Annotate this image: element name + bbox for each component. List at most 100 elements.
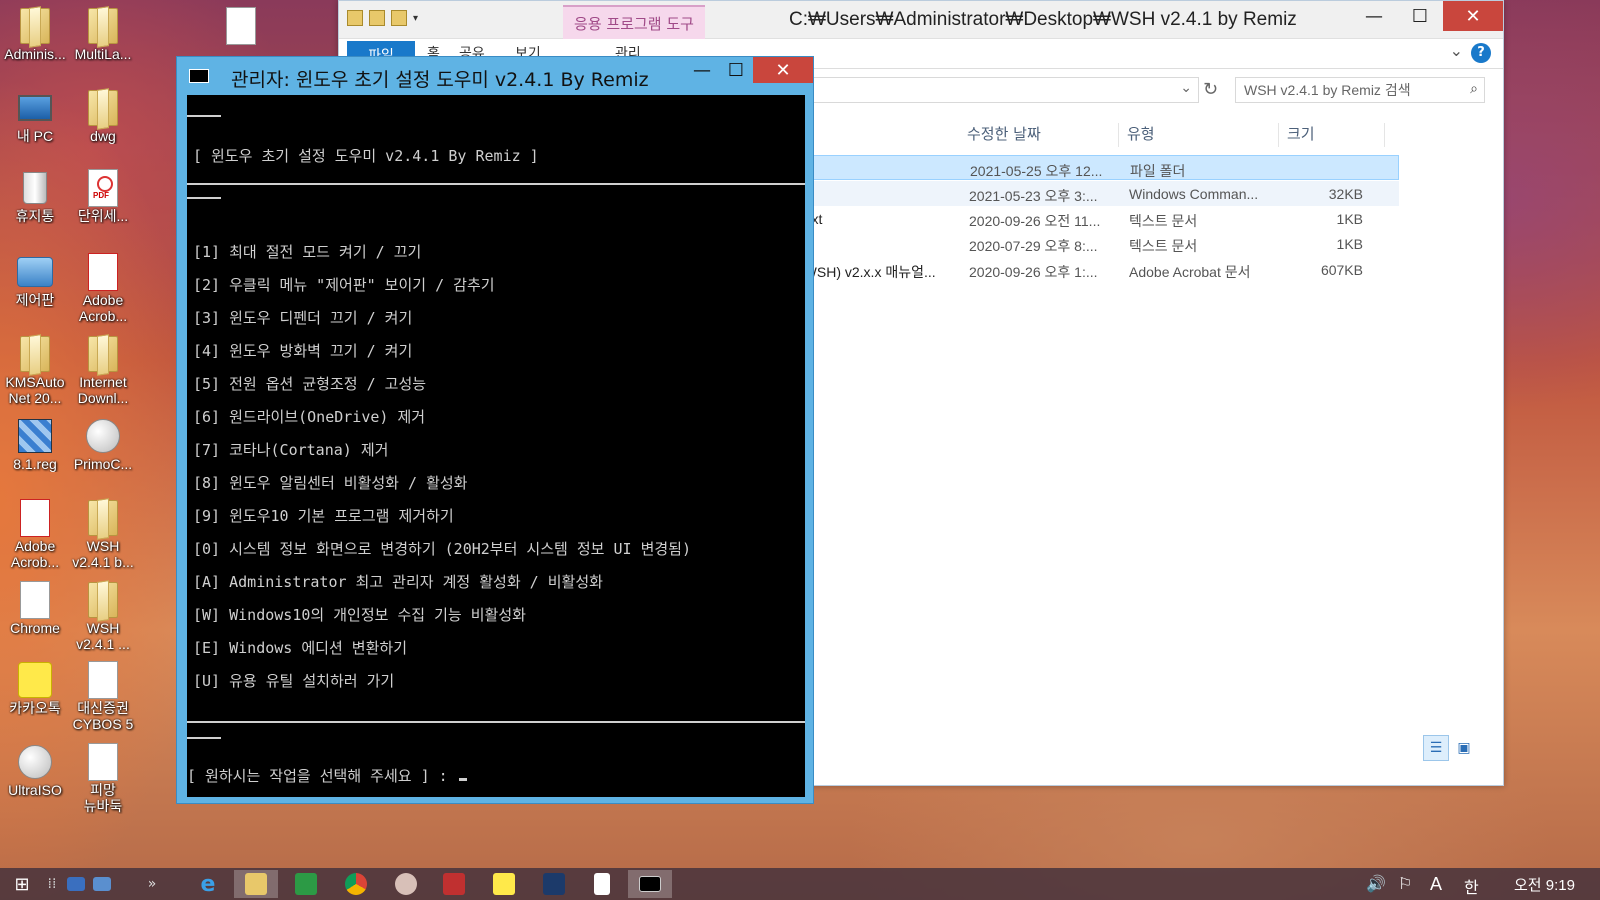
- search-input[interactable]: [1236, 78, 1446, 102]
- column-size[interactable]: 크기: [1279, 123, 1385, 147]
- kakaotalk-icon: [493, 873, 515, 895]
- taskbar-monitor[interactable]: [80, 870, 124, 898]
- file-size: 607KB: [1320, 262, 1363, 278]
- app-icon: [88, 661, 118, 699]
- maximize-button[interactable]: ☐: [719, 57, 753, 83]
- desktop-icon-primo[interactable]: PrimoC...: [68, 416, 138, 472]
- file-row[interactable]: 2021-05-25 오후 12... 파일 폴더: [799, 155, 1399, 180]
- taskbar-console[interactable]: [628, 870, 672, 898]
- desktop-icon-recycle-bin[interactable]: 휴지통: [0, 168, 70, 224]
- desktop-icon-baduk[interactable]: 피망 뉴바둑: [68, 742, 138, 814]
- chevron-down-icon[interactable]: ⌄: [1450, 41, 1463, 60]
- desktop-icon-acrobat-2[interactable]: Adobe Acrob...: [0, 498, 70, 570]
- console-icon: [189, 69, 209, 83]
- menu-option-3: [3] 윈도우 디펜더 끄기 / 켜기: [193, 309, 413, 327]
- details-view-icon[interactable]: ☰: [1423, 735, 1449, 761]
- new-folder-icon[interactable]: [391, 10, 407, 26]
- column-type[interactable]: 유형: [1119, 123, 1279, 147]
- menu-option-2: [2] 우클릭 메뉴 "제어판" 보이기 / 감추기: [193, 276, 495, 294]
- menu-option-a: [A] Administrator 최고 관리자 계정 활성화 / 비활성화: [193, 573, 603, 591]
- close-button[interactable]: ✕: [1443, 1, 1503, 31]
- kakaotalk-icon: [18, 662, 52, 698]
- desktop-icon-kakaotalk[interactable]: 카카오톡: [0, 660, 70, 716]
- desktop-icon-control-panel[interactable]: 제어판: [0, 252, 70, 308]
- file-date: 2020-09-26 오전 11...: [969, 213, 1101, 229]
- file-type: 파일 폴더: [1130, 163, 1186, 179]
- file-row[interactable]: -.txt 2020-09-26 오전 11... 텍스트 문서 1KB: [799, 206, 1399, 231]
- file-row[interactable]: (WSH) v2.x.x 매뉴얼... 2020-09-26 오후 1:... …: [799, 257, 1399, 282]
- app-icon: [86, 419, 120, 453]
- desktop-icon-wsh-2[interactable]: WSH v2.4.1 ...: [68, 580, 138, 652]
- dropdown-icon[interactable]: ▾: [413, 13, 418, 24]
- network-icon[interactable]: ⚐: [1398, 874, 1412, 894]
- desktop-icon-internet-download[interactable]: Internet Downl...: [68, 334, 138, 406]
- explorer-titlebar[interactable]: ▾ 응용 프로그램 도구 C:₩Users₩Administrator₩Desk…: [339, 1, 1503, 39]
- app-icon: [226, 7, 256, 45]
- desktop-icon-reg[interactable]: 8.1.reg: [0, 416, 70, 472]
- refresh-icon[interactable]: ↻: [1203, 79, 1218, 100]
- search-box[interactable]: ⌕: [1235, 77, 1485, 103]
- ie-icon: e: [200, 871, 216, 897]
- desktop-icon-wsh-1[interactable]: WSH v2.4.1 b...: [68, 498, 138, 570]
- quick-access-toolbar: ▾: [347, 10, 418, 26]
- properties-icon[interactable]: [369, 10, 385, 26]
- taskbar-app-3[interactable]: [532, 870, 576, 898]
- file-row[interactable]: 2020-07-29 오후 8:... 텍스트 문서 1KB: [799, 231, 1399, 256]
- large-icons-view-icon[interactable]: ▣: [1451, 735, 1477, 761]
- taskbar-store[interactable]: [284, 870, 328, 898]
- desktop-icon-pdf[interactable]: 단위세...: [68, 168, 138, 224]
- folder-icon: [88, 90, 118, 126]
- acrobat-icon: [20, 499, 50, 537]
- file-row[interactable]: 2021-05-23 오후 3:... Windows Comman... 32…: [799, 181, 1399, 206]
- desktop-icon-multilanguage[interactable]: MultiLa...: [68, 6, 138, 62]
- minimize-button[interactable]: —: [1351, 1, 1397, 31]
- desktop-icon-my-pc[interactable]: 내 PC: [0, 88, 70, 144]
- taskbar-overflow[interactable]: »: [130, 870, 174, 898]
- maximize-button[interactable]: ☐: [1397, 1, 1443, 31]
- folder-icon: [20, 336, 50, 372]
- address-bar[interactable]: ⌄: [799, 77, 1199, 103]
- file-date: 2020-09-26 오후 1:...: [969, 264, 1098, 280]
- desktop-icon-cybos[interactable]: 대신증권 CYBOS 5: [68, 660, 138, 732]
- close-button[interactable]: ✕: [753, 57, 813, 83]
- desktop-icon-partial[interactable]: [206, 6, 276, 46]
- control-panel-icon: [17, 257, 53, 287]
- desktop-icon-acrobat[interactable]: Adobe Acrob...: [68, 252, 138, 324]
- acrobat-icon: [88, 253, 118, 291]
- column-date-modified[interactable]: 수정한 날짜: [959, 123, 1119, 147]
- taskbar-app-2[interactable]: [432, 870, 476, 898]
- file-name: (WSH) v2.x.x 매뉴얼...: [799, 264, 936, 280]
- menu-option-u: [U] 유용 유틸 설치하러 가기: [193, 672, 395, 690]
- minimize-button[interactable]: —: [685, 57, 719, 83]
- ime-language-indicator[interactable]: 한: [1464, 874, 1479, 898]
- menu-option-7: [7] 코타나(Cortana) 제거: [193, 441, 389, 459]
- chrome-icon: [345, 873, 367, 895]
- taskbar-file-explorer[interactable]: [234, 870, 278, 898]
- taskbar-chrome[interactable]: [334, 870, 378, 898]
- menu-option-0: [0] 시스템 정보 화면으로 변경하기 (20H2부터 시스템 정보 UI 변…: [193, 540, 692, 558]
- ime-mode-indicator[interactable]: A: [1430, 874, 1442, 895]
- help-icon[interactable]: ?: [1471, 43, 1491, 63]
- taskbar-app-1[interactable]: [384, 870, 428, 898]
- desktop-icon-kmsauto[interactable]: KMSAuto Net 20...: [0, 334, 70, 406]
- desktop-icon-dwg[interactable]: dwg: [68, 88, 138, 144]
- console-titlebar[interactable]: 관리자: 윈도우 초기 설정 도우미 v2.4.1 By Remiz — ☐ ✕: [177, 57, 813, 93]
- desktop-icon-administrator[interactable]: Adminis...: [0, 6, 70, 62]
- taskbar-kakaotalk[interactable]: [482, 870, 526, 898]
- file-type: 텍스트 문서: [1129, 213, 1198, 229]
- console-output[interactable]: [ 윈도우 초기 설정 도우미 v2.4.1 By Remiz ] [1] 최대…: [187, 95, 805, 797]
- menu-option-9: [9] 윈도우10 기본 프로그램 제거하기: [193, 507, 454, 525]
- taskbar-notepad[interactable]: [580, 870, 624, 898]
- notepad-icon: [594, 873, 610, 895]
- taskbar-ie[interactable]: e: [186, 870, 230, 898]
- desktop-icon-chrome[interactable]: Chrome: [0, 580, 70, 636]
- desktop-icon-ultraiso[interactable]: UltraISO: [0, 742, 70, 798]
- chevron-down-icon[interactable]: ⌄: [1180, 80, 1192, 96]
- search-icon[interactable]: ⌕: [1470, 81, 1478, 97]
- menu-option-w: [W] Windows10의 개인정보 수집 기능 비활성화: [193, 606, 526, 624]
- app-tools-tab: 응용 프로그램 도구: [563, 5, 705, 39]
- clock[interactable]: 오전 9:19: [1514, 874, 1575, 895]
- folder-icon[interactable]: [347, 10, 363, 26]
- volume-icon[interactable]: 🔊: [1366, 874, 1386, 894]
- folder-icon: [88, 500, 118, 536]
